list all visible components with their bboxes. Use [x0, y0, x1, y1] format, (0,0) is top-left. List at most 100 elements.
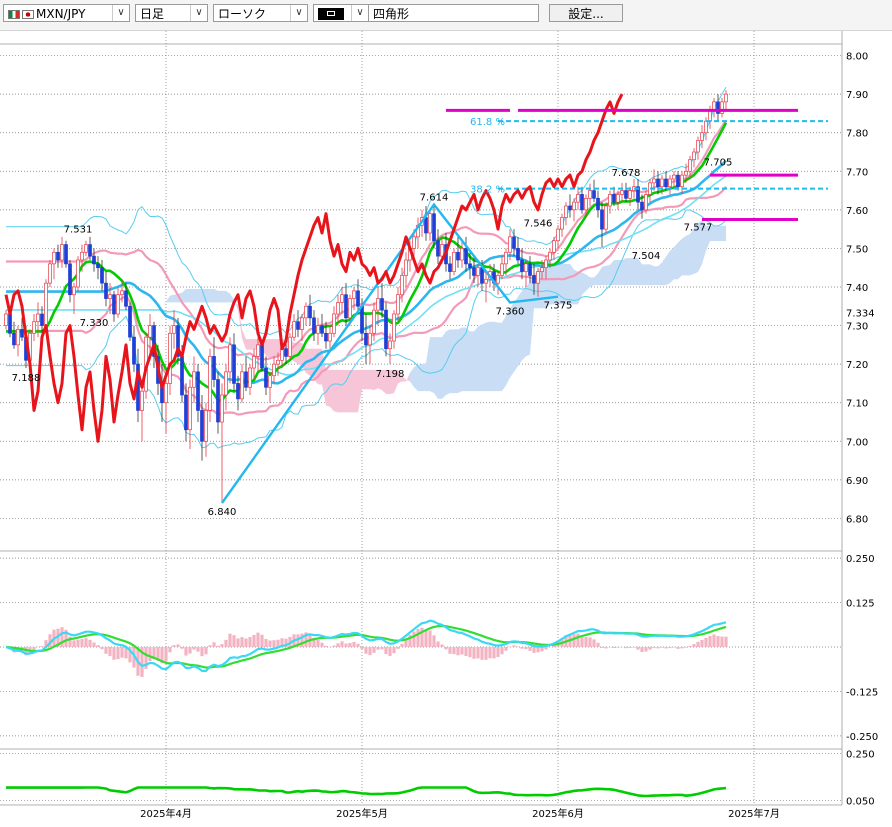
candle	[629, 191, 632, 199]
candle	[617, 194, 620, 202]
drawing-tool-select[interactable]: ∨	[313, 4, 369, 22]
ichimoku-cloud-segment	[670, 247, 674, 283]
japan-flag-icon	[22, 10, 34, 19]
candle	[221, 395, 224, 422]
y-tick-label: 7.10	[846, 399, 868, 410]
macd-histogram-bar	[592, 639, 595, 647]
y-tick-label: 6.90	[846, 476, 868, 487]
price-annotation: 7.188	[12, 373, 41, 384]
ichimoku-cloud-segment	[478, 325, 482, 392]
macd-histogram-bar	[644, 647, 647, 651]
ichimoku-cloud-segment	[654, 266, 658, 285]
macd-histogram-bar	[584, 637, 587, 647]
candle	[389, 341, 392, 349]
candle	[373, 310, 376, 333]
ichimoku-cloud-segment	[406, 373, 410, 382]
chevron-down-icon[interactable]: ∨	[112, 5, 129, 21]
macd-histogram-bar	[688, 646, 691, 647]
candle	[297, 322, 300, 330]
candle	[133, 337, 136, 364]
macd-histogram-bar	[528, 647, 531, 651]
candle	[573, 202, 576, 210]
candle	[541, 268, 544, 272]
chevron-down-icon[interactable]: ∨	[351, 5, 368, 21]
candle	[101, 268, 104, 283]
macd-histogram-bar	[588, 637, 591, 647]
candle	[89, 245, 92, 257]
macd-histogram-bar	[108, 647, 111, 656]
macd-histogram-bar	[452, 647, 455, 654]
candle	[217, 380, 220, 422]
candle	[73, 287, 76, 295]
settings-button[interactable]: 設定...	[549, 4, 623, 22]
macd-histogram-bar	[260, 635, 263, 647]
macd-histogram-bar	[480, 647, 483, 660]
candle	[285, 349, 288, 357]
macd-histogram-bar	[392, 647, 395, 653]
macd-histogram-bar	[168, 647, 171, 652]
symbol-select[interactable]: MXN/JPY ∨	[3, 4, 130, 22]
macd-histogram-bar	[344, 644, 347, 647]
y-tick-label: 7.20	[846, 360, 868, 371]
y-tick-label: -0.250	[846, 732, 878, 743]
ichimoku-cloud-segment	[354, 370, 358, 412]
macd-histogram-bar	[464, 647, 467, 656]
candle	[257, 345, 260, 357]
ichimoku-cloud-segment	[270, 339, 274, 358]
candle	[481, 268, 484, 283]
ichimoku-cloud-segment	[630, 258, 634, 285]
candle	[321, 326, 324, 334]
candle	[9, 314, 12, 333]
macd-histogram-bar	[252, 635, 255, 647]
macd-histogram-bar	[96, 645, 99, 647]
macd-histogram-bar	[40, 646, 43, 647]
price-annotation: 7.531	[64, 224, 93, 235]
macd-histogram-bar	[388, 647, 391, 656]
macd-histogram-bar	[316, 640, 319, 647]
candle	[85, 245, 88, 253]
macd-histogram-bar	[248, 637, 251, 647]
candle	[121, 291, 124, 295]
price-chart[interactable]: 8.007.907.807.707.607.507.407.307.207.10…	[0, 31, 892, 823]
macd-histogram-bar	[704, 638, 707, 647]
ichimoku-cloud-segment	[486, 322, 490, 391]
macd-histogram-bar	[192, 647, 195, 650]
symbol-label: MXN/JPY	[36, 7, 85, 21]
candle	[429, 214, 432, 233]
macd-histogram-bar	[700, 640, 703, 647]
chevron-down-icon[interactable]: ∨	[190, 5, 207, 21]
timeframe-select[interactable]: 日足 ∨	[135, 4, 208, 22]
chart-style-select[interactable]: ローソク ∨	[213, 4, 308, 22]
macd-histogram-bar	[524, 647, 527, 649]
macd-histogram-bar	[412, 632, 415, 647]
candle	[533, 275, 536, 283]
macd-histogram-bar	[352, 642, 355, 647]
macd-histogram-bar	[204, 647, 207, 654]
macd-histogram-bar	[660, 647, 663, 648]
candle	[653, 179, 656, 183]
candle	[317, 326, 320, 334]
ichimoku-cloud-segment	[498, 323, 502, 391]
macd-histogram-bar	[112, 647, 115, 660]
candle	[57, 252, 60, 260]
macd-histogram-bar	[672, 647, 675, 648]
candle	[565, 206, 568, 218]
macd-histogram-bar	[708, 636, 711, 647]
ichimoku-cloud-segment	[454, 329, 458, 393]
candle	[485, 279, 488, 283]
candle	[589, 191, 592, 199]
macd-histogram-bar	[432, 635, 435, 647]
macd-histogram-bar	[536, 647, 539, 652]
candle	[525, 264, 528, 272]
macd-histogram-bar	[456, 647, 459, 655]
macd-histogram-bar	[696, 642, 699, 647]
macd-histogram-bar	[460, 647, 463, 654]
candle	[385, 310, 388, 349]
macd-histogram-bar	[272, 640, 275, 647]
macd-histogram-bar	[80, 639, 83, 647]
macd-histogram-bar	[668, 647, 671, 648]
candle	[81, 252, 84, 260]
ichimoku-cloud-segment	[470, 331, 474, 391]
chevron-down-icon[interactable]: ∨	[290, 5, 307, 21]
candle	[405, 260, 408, 275]
